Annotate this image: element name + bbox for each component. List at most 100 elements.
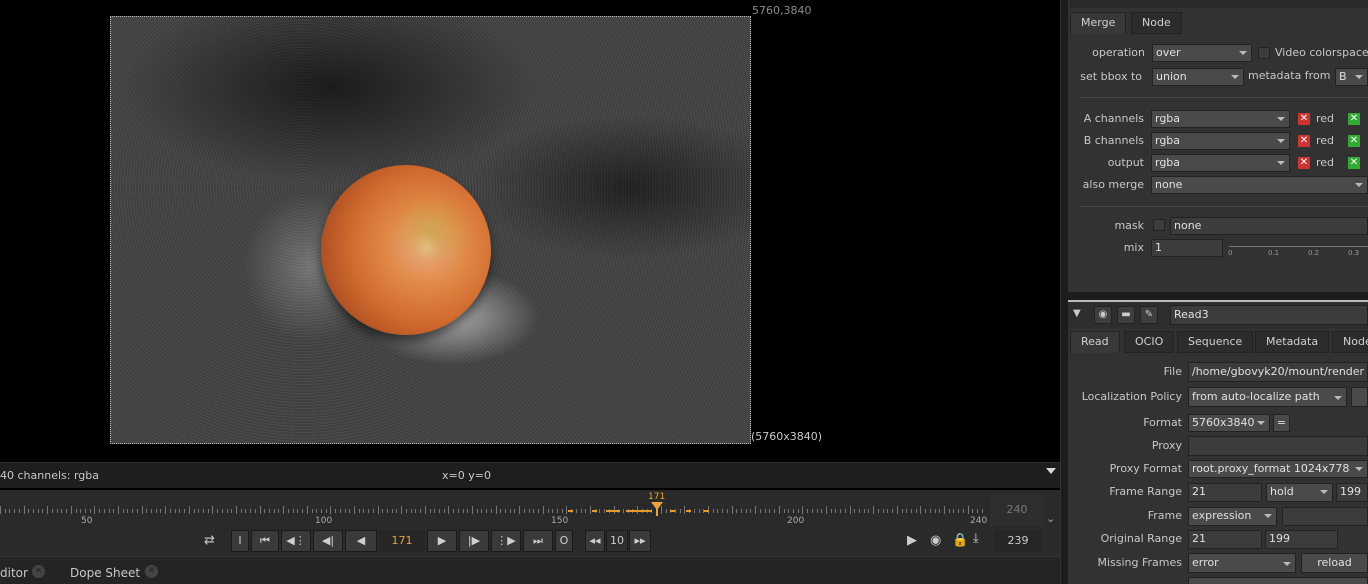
timeline-ruler[interactable] [0,500,990,516]
wrench-icon[interactable]: ✎ [1140,306,1158,324]
tab-curve-editor[interactable]: ditor [0,566,28,580]
timeline-tick [368,509,369,513]
localization-policy-dropdown[interactable]: from auto-localize path [1188,387,1347,407]
next-field-partial[interactable] [1188,577,1368,584]
timeline-tick [920,506,921,514]
proxy-format-dropdown[interactable]: root.proxy_format 1024x778 [1188,460,1368,478]
step-forward-icon[interactable]: |▶ [459,530,489,552]
timeline-tick [972,509,973,513]
missing-frames-dropdown[interactable]: error [1188,553,1296,573]
a-channels-dropdown[interactable]: rgba [1151,110,1290,128]
skip-back-icon[interactable]: ◂◂ [585,530,605,552]
reload-button[interactable]: reload [1301,553,1368,573]
frame-expression-field[interactable] [1282,507,1368,526]
end-frame-box[interactable]: 240 [990,494,1044,526]
in-point-button[interactable]: I [231,530,249,552]
timeline-tick [939,509,940,513]
video-colorspace-checkbox[interactable] [1258,47,1270,59]
node-color-icon[interactable]: ▬ [1117,306,1135,324]
panel-splitter[interactable] [1060,0,1068,584]
out-point-button[interactable]: O [555,530,573,552]
node-name-field[interactable]: Read3 [1170,305,1368,325]
frame-range-end-field[interactable]: 199 [1336,483,1368,502]
mix-field[interactable]: 1 [1151,239,1223,257]
green-channel-toggle-icon[interactable]: ✕ [1348,157,1360,169]
timeline-tick [401,506,402,514]
also-merge-dropdown[interactable]: none [1151,176,1368,194]
lock-icon[interactable]: 🔒 [952,533,968,548]
circle-icon[interactable]: ◉ [1094,306,1112,324]
end-frame-field[interactable]: 239 [994,530,1042,552]
first-frame-icon[interactable]: ⏮ [251,530,279,552]
timeline-tick [434,509,435,513]
viewer-panel[interactable]: 5760,3840 (5760x3840) [0,0,1060,462]
tab-sequence[interactable]: Sequence [1177,331,1254,353]
original-range-end-field[interactable]: 199 [1265,530,1338,549]
timeline-tick [892,509,893,513]
format-dropdown[interactable]: 5760x3840 [1188,414,1270,432]
operation-dropdown[interactable]: over [1152,44,1252,62]
slider-tick-label: 0.1 [1268,249,1280,257]
timeline-tick [420,509,421,513]
step-back-icon[interactable]: ◀| [313,530,343,552]
tab-node[interactable]: Node [1131,12,1182,34]
b-channels-dropdown[interactable]: rgba [1151,132,1290,150]
red-channel-toggle-icon[interactable]: ✕ [1298,113,1310,125]
file-label: File [1163,365,1182,378]
timeline-tick [779,506,780,514]
format-edit-button[interactable]: = [1273,414,1290,432]
tab-read[interactable]: Read [1070,331,1120,353]
frame-range-mode-dropdown[interactable]: hold [1266,483,1333,502]
mask-channel-field[interactable]: none [1170,217,1368,235]
green-channel-toggle-icon[interactable]: ✕ [1348,135,1360,147]
localize-button[interactable] [1351,387,1368,407]
set-bbox-dropdown[interactable]: union [1152,68,1244,86]
viewer-image[interactable] [110,16,751,444]
tab-ocio[interactable]: OCIO [1124,331,1175,353]
timeline-tick [925,509,926,513]
collapse-triangle-icon[interactable]: ▼ [1073,308,1081,319]
output-dropdown[interactable]: rgba [1151,154,1290,172]
metadata-from-dropdown[interactable]: B [1335,68,1368,86]
mask-checkbox[interactable] [1153,219,1165,231]
frame-range-mode-value: hold [1270,485,1294,498]
timeline-tick [477,509,478,513]
chevron-down-icon[interactable] [1046,468,1056,474]
last-frame-icon[interactable]: ⏭ [523,530,553,552]
next-keyframe-icon[interactable]: ⋮▶ [491,530,521,552]
flipbook-icon[interactable]: ▶ [907,533,917,548]
play-backward-icon[interactable]: ◀ [345,530,377,552]
red-channel-toggle-icon[interactable]: ✕ [1298,135,1310,147]
b-channels-label: B channels [1083,134,1144,147]
prev-keyframe-icon[interactable]: ◀⋮ [281,530,311,552]
loop-mode-icon[interactable]: ⇄ [204,533,215,548]
tab-dope-sheet[interactable]: Dope Sheet [70,566,140,580]
chevron-down-icon [1264,514,1272,518]
green-channel-toggle-icon[interactable]: ✕ [1348,113,1360,125]
frame-range-start-field[interactable]: 21 [1188,483,1262,502]
red-channel-toggle-icon[interactable]: ✕ [1298,157,1310,169]
timeline-tick [142,506,143,514]
current-frame-field[interactable]: 171 [379,530,425,552]
sphere-highlight [391,197,471,267]
play-forward-icon[interactable]: ▶ [427,530,457,552]
download-icon[interactable]: ⤓ [973,531,979,546]
skip-forward-icon[interactable]: ▸▸ [629,530,651,552]
timeline-tick [514,509,515,513]
timeline-tick [222,509,223,513]
tab-metadata[interactable]: Metadata [1255,331,1330,353]
original-range-start-field[interactable]: 21 [1188,530,1262,549]
file-path-field[interactable]: /home/gbovyk20/mount/render [1188,362,1368,382]
skip-increment-field[interactable]: 10 [606,530,628,552]
frame-mode-dropdown[interactable]: expression [1188,507,1277,526]
double-chevron-down-icon[interactable]: ⌄ [1046,512,1055,525]
close-icon[interactable]: ✕ [145,565,158,578]
tab-read-node[interactable]: Node [1332,331,1368,353]
tab-merge[interactable]: Merge [1070,12,1127,34]
close-icon[interactable]: ✕ [32,565,45,578]
timeline-tick [245,509,246,513]
timeline-tick [127,509,128,513]
record-icon[interactable]: ◉ [930,533,941,548]
timeline-tick [94,506,95,514]
proxy-field[interactable] [1188,436,1368,456]
